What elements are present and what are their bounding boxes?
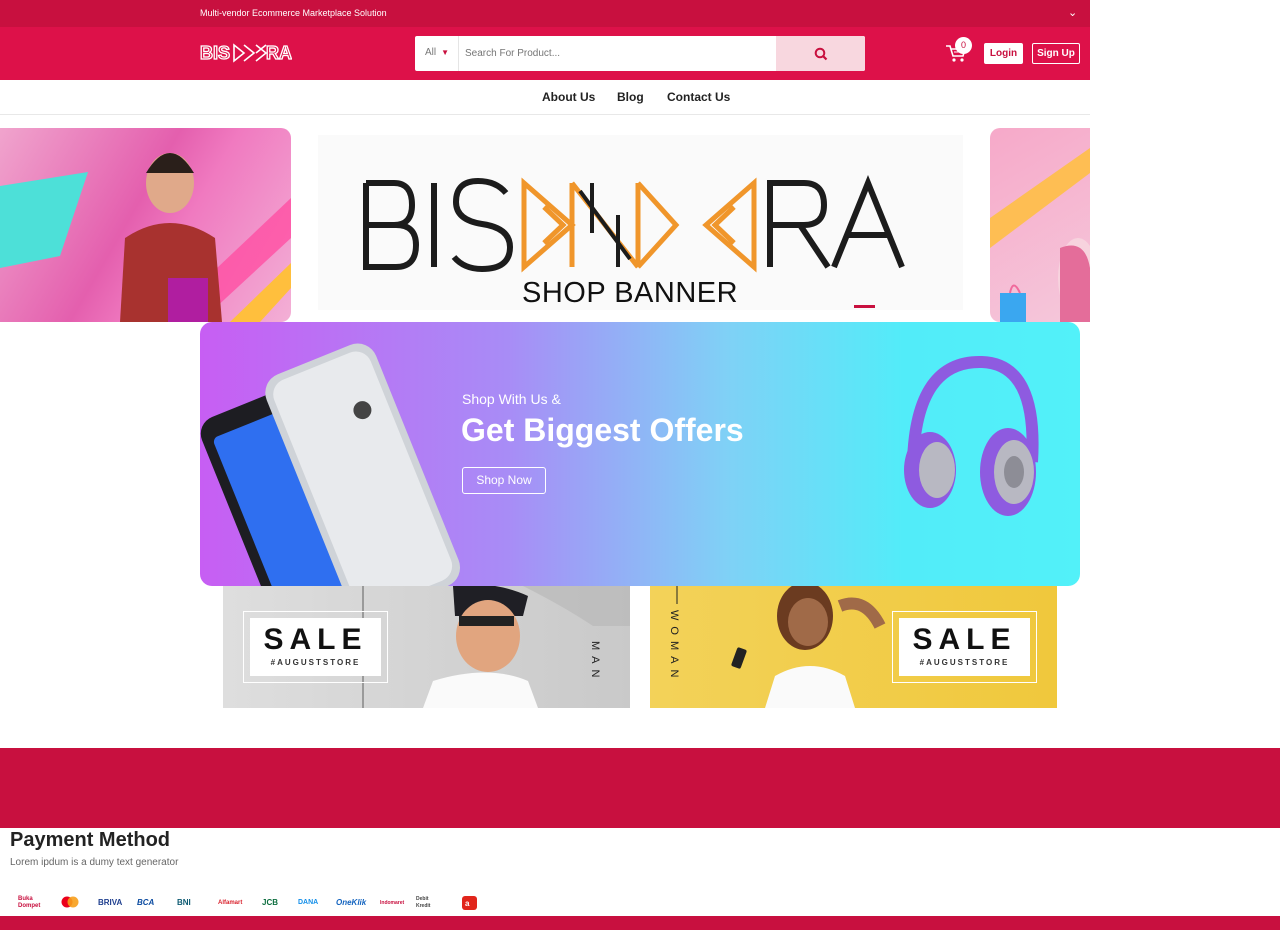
footer-bottom-strip [0, 916, 1280, 930]
payment-logo-indomaret: Indomaret [380, 900, 405, 906]
cart-count-badge: 0 [955, 37, 972, 54]
carousel-slide-active[interactable]: SHOP BANNER [318, 135, 963, 310]
caret-down-icon: ▼ [441, 48, 450, 57]
nav-contact-us[interactable]: Contact Us [667, 90, 730, 104]
signup-button[interactable]: Sign Up [1032, 43, 1080, 64]
sale-frame: SALE #AUGUSTSTORE [243, 611, 388, 683]
akulaku-icon: a [462, 896, 477, 910]
payment-logo-mastercard [60, 896, 80, 910]
category-select[interactable]: All ▼ [415, 36, 459, 71]
svg-text:BIS: BIS [200, 43, 230, 63]
chevron-down-icon[interactable]: ⌄ [1068, 6, 1077, 19]
sale-tag: #AUGUSTSTORE [270, 658, 361, 667]
payment-logo-jcb: JCB [262, 898, 279, 907]
payment-logo-debit-kredit: Debit Kredit [416, 896, 431, 909]
svg-text:RA: RA [266, 43, 292, 63]
footer-band [0, 748, 1280, 828]
payment-method-title: Payment Method [10, 829, 171, 851]
search-button[interactable] [776, 36, 865, 71]
payment-logo-buka-dompet: Buka Dompet [18, 896, 41, 909]
promo-woman-image [990, 148, 1098, 322]
promo-title: Get Biggest Offers [461, 412, 744, 448]
category-label: All [425, 47, 437, 58]
nav-about-us[interactable]: About Us [542, 90, 595, 104]
sale-card: SALE #AUGUSTSTORE [250, 618, 381, 676]
search-bar: All ▼ [415, 36, 865, 71]
payment-logo-akulaku: a [462, 896, 477, 910]
sale-card: SALE #AUGUSTSTORE [899, 618, 1030, 676]
payment-logo-briva: BRIVA [98, 898, 123, 907]
sale-word: SALE [912, 623, 1017, 656]
category-label-woman: WOMAN [668, 610, 680, 684]
main-nav: About Us Blog Contact Us [0, 80, 1090, 115]
sale-banner-man[interactable]: SALE #AUGUSTSTORE MAN [223, 586, 630, 708]
tagline: Multi-vendor Ecommerce Marketplace Solut… [200, 8, 387, 18]
promo-subtitle: Shop With Us & [462, 391, 561, 407]
carousel-indicator[interactable] [854, 305, 875, 308]
phone-headphones-image [200, 343, 1039, 586]
carousel-slide-prev[interactable] [0, 128, 291, 322]
svg-text:a: a [465, 899, 470, 908]
sale-frame: SALE #AUGUSTSTORE [892, 611, 1037, 683]
payment-logo-dana: DANA [298, 899, 319, 906]
banner-caption: SHOP BANNER [522, 277, 739, 309]
payment-logo-alfamart: Alfamart [218, 900, 243, 906]
search-icon [814, 47, 828, 61]
payment-logo-bca: BCA [137, 898, 155, 907]
header: BIS RA All ▼ 0 Login Sign Up [0, 27, 1090, 80]
nav-blog[interactable]: Blog [617, 90, 644, 104]
promo-man-image [0, 153, 291, 322]
carousel-slide-next[interactable] [990, 128, 1098, 322]
sale-banner-woman[interactable]: WOMAN SALE #AUGUSTSTORE [650, 586, 1057, 708]
promo-banner: Shop With Us & Get Biggest Offers Shop N… [200, 322, 1080, 586]
mastercard-icon [61, 896, 79, 908]
top-strip: Multi-vendor Ecommerce Marketplace Solut… [0, 0, 1090, 27]
sale-word: SALE [263, 623, 368, 656]
login-button[interactable]: Login [984, 43, 1023, 64]
payment-logo-bni: BNI [177, 898, 191, 907]
payment-logo-oneklik: OneKlik [336, 898, 367, 907]
sale-tag: #AUGUSTSTORE [919, 658, 1010, 667]
category-label-man: MAN [589, 641, 601, 684]
shop-now-button[interactable]: Shop Now [462, 467, 546, 494]
payment-method-subtitle: Lorem ipdum is a dumy text generator [10, 857, 179, 868]
bisnara-logo[interactable]: BIS RA [200, 41, 292, 65]
search-input[interactable] [459, 36, 776, 71]
